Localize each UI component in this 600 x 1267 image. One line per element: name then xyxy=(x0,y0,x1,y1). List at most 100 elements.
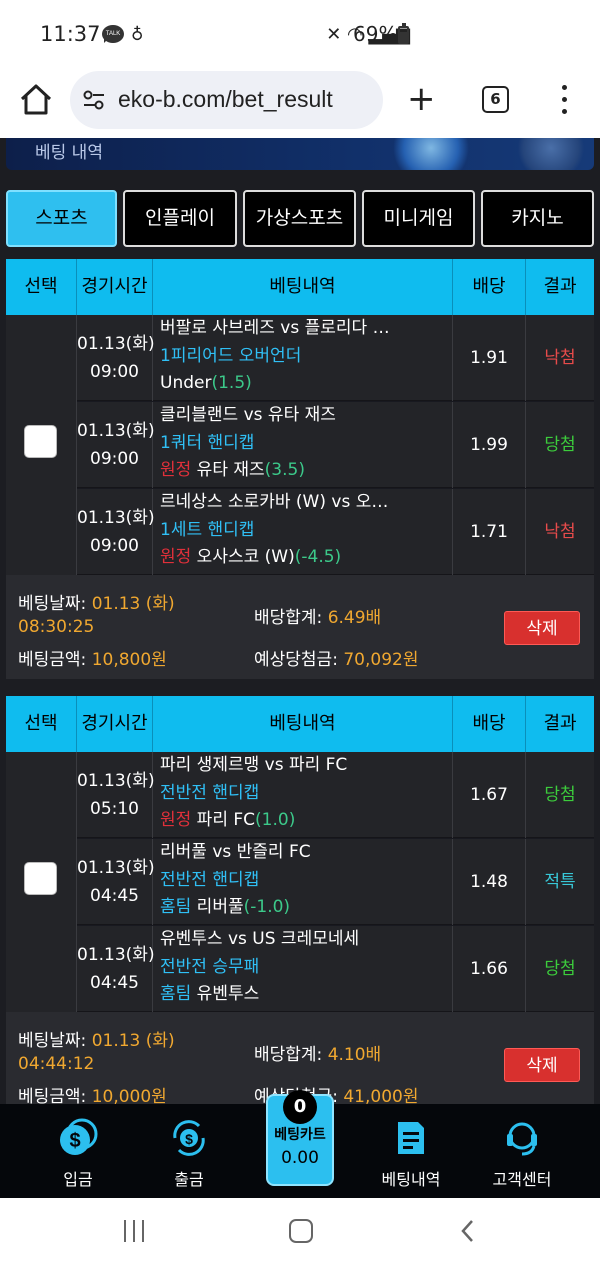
system-home-icon[interactable] xyxy=(289,1219,313,1243)
bet-amount: 베팅금액: 10,800원 xyxy=(18,645,167,670)
result-status: 낙첨 xyxy=(544,348,576,368)
kakaotalk-icon-tail xyxy=(104,38,109,43)
history-document-icon xyxy=(398,1122,424,1154)
tab-sports[interactable]: 스포츠 xyxy=(6,190,117,247)
header-select: 선택 xyxy=(6,696,77,752)
nav-deposit-label: 입금 xyxy=(63,1170,93,1189)
browser-toolbar: eko-b.com/bet_result + 6 xyxy=(0,70,600,138)
pick: 원정 오사스코 (W)(-4.5) xyxy=(160,544,452,572)
bet-amount-value: 10,800원 xyxy=(91,650,167,670)
bet-date: 베팅날짜: 01.13 (화) xyxy=(18,1026,175,1051)
odds-value: 1.91 xyxy=(453,315,526,401)
status-time: 11:37 xyxy=(40,22,101,46)
header-time: 경기시간 xyxy=(77,696,153,752)
table-header: 선택 경기시간 베팅내역 배당 결과 xyxy=(6,696,594,752)
withdraw-coin-icon: $ xyxy=(173,1120,205,1156)
match-name: 르네상스 소로카바 (W) vs 오… xyxy=(160,492,389,512)
battery-icon xyxy=(398,23,409,44)
table-row: 01.13(화) 04:45 리버풀 vs 반즐리 FC 전반전 핸디캡 홈팀 리… xyxy=(77,839,594,925)
result-status: 낙첨 xyxy=(544,522,576,542)
status-bar: 11:37 TALK ♁ ✕ ◠ ▂▄▆ 69% xyxy=(0,0,600,70)
total-odds: 배당합계: 4.10배 xyxy=(254,1040,381,1065)
tab-virtual-sports[interactable]: 가상스포츠 xyxy=(243,190,356,247)
match-clock: 04:45 xyxy=(90,886,139,906)
match-time: 01.13(화) 09:00 xyxy=(77,315,155,401)
recent-apps-icon[interactable] xyxy=(124,1220,144,1242)
match-clock: 09:00 xyxy=(90,536,139,556)
pick-side: 원정 xyxy=(160,810,192,830)
odds-value: 1.48 xyxy=(453,839,526,925)
market-name: 전반전 핸디캡 xyxy=(160,869,260,890)
nav-history-label: 베팅내역 xyxy=(381,1170,441,1189)
url-text[interactable]: eko-b.com/bet_result xyxy=(118,86,333,113)
pick-line: (1.5) xyxy=(211,373,252,393)
back-icon[interactable] xyxy=(460,1219,474,1243)
result-status: 적특 xyxy=(544,872,576,892)
delete-button[interactable]: 삭제 xyxy=(504,611,580,645)
total-odds: 배당합계: 6.49배 xyxy=(254,603,381,628)
match-name: 파리 생제르맹 vs 파리 FC xyxy=(160,755,348,775)
banner-decoration xyxy=(386,138,476,170)
match-name: 유벤투스 vs US 크레모네세 xyxy=(160,929,360,949)
more-menu-icon[interactable] xyxy=(556,85,572,115)
select-cell xyxy=(6,315,77,575)
table-row: 01.13(화) 05:10 파리 생제르맹 vs 파리 FC 전반전 핸디캡 원… xyxy=(77,752,594,838)
match-date: 01.13(화) xyxy=(77,508,155,528)
total-odds-label: 배당합계: xyxy=(254,608,328,628)
pick-name: 유타 재즈 xyxy=(191,460,265,480)
market-name: 1쿼터 핸디캡 xyxy=(160,432,255,453)
bet-date-value: 01.13 (화) xyxy=(91,594,175,614)
pick-side: 원정 xyxy=(160,460,192,480)
match-time: 01.13(화) 04:45 xyxy=(77,926,155,1012)
site-settings-icon[interactable] xyxy=(82,89,106,111)
address-bar[interactable]: eko-b.com/bet_result xyxy=(70,71,383,129)
select-checkbox[interactable] xyxy=(24,425,57,458)
banner-decoration xyxy=(516,138,586,170)
tab-minigame[interactable]: 미니게임 xyxy=(362,190,475,247)
pick-side: 원정 xyxy=(160,547,192,567)
tab-casino[interactable]: 카지노 xyxy=(481,190,594,247)
bet-detail: 유벤투스 vs US 크레모네세 전반전 승무패 홈팀 유벤투스 xyxy=(153,926,453,1012)
pick: 홈팀 리버풀(-1.0) xyxy=(160,894,452,922)
match-date: 01.13(화) xyxy=(77,945,155,965)
bet-detail: 버팔로 사브레즈 vs 플로리다 … 1피리어드 오버언더 Under(1.5) xyxy=(153,315,453,401)
odds-value: 1.67 xyxy=(453,752,526,838)
pick: 홈팀 유벤투스 xyxy=(160,981,452,1009)
notification-icon: ♁ xyxy=(131,25,144,45)
pick-line: (-1.0) xyxy=(243,897,291,917)
home-icon[interactable] xyxy=(18,82,54,118)
match-time: 01.13(화) 05:10 xyxy=(77,752,155,838)
header-detail: 베팅내역 xyxy=(153,259,453,315)
banner-title: 베팅 내역 xyxy=(35,143,103,163)
result-status: 당첨 xyxy=(544,785,576,805)
pick: 원정 파리 FC(1.0) xyxy=(160,807,452,835)
tab-inplay[interactable]: 인플레이 xyxy=(123,190,237,247)
match-name: 클리블랜드 vs 유타 재즈 xyxy=(160,405,336,425)
support-headset-icon xyxy=(507,1122,537,1156)
match-name: 버팔로 사브레즈 vs 플로리다 … xyxy=(160,318,390,338)
nav-history[interactable]: 베팅내역 xyxy=(361,1104,461,1198)
table-header: 선택 경기시간 베팅내역 배당 결과 xyxy=(6,259,594,315)
delete-button[interactable]: 삭제 xyxy=(504,1048,580,1082)
bet-cart-label: 베팅카트 xyxy=(274,1127,326,1143)
nav-withdraw[interactable]: $ 출금 xyxy=(139,1104,239,1198)
system-navigation-bar xyxy=(0,1198,600,1267)
pick-line: (1.0) xyxy=(255,810,296,830)
bet-date-value: 01.13 (화) xyxy=(91,1031,175,1051)
nav-support[interactable]: 고객센터 xyxy=(472,1104,572,1198)
match-clock: 09:00 xyxy=(90,362,139,382)
pick-name: Under xyxy=(160,373,212,393)
match-clock: 09:00 xyxy=(90,449,139,469)
nav-deposit[interactable]: $ 입금 xyxy=(28,1104,128,1198)
pick-name: 오사스코 (W) xyxy=(191,547,295,567)
pick: Under(1.5) xyxy=(160,370,452,398)
select-checkbox[interactable] xyxy=(24,862,57,895)
tab-switcher-button[interactable]: 6 xyxy=(482,86,509,113)
nav-withdraw-label: 출금 xyxy=(174,1170,204,1189)
deposit-coin-icon: $ xyxy=(60,1118,98,1155)
market-name: 1세트 핸디캡 xyxy=(160,519,255,540)
new-tab-icon[interactable]: + xyxy=(407,82,436,116)
svg-text:$: $ xyxy=(69,1130,80,1152)
match-time: 01.13(화) 04:45 xyxy=(77,839,155,925)
pick: 원정 유타 재즈(3.5) xyxy=(160,457,452,485)
